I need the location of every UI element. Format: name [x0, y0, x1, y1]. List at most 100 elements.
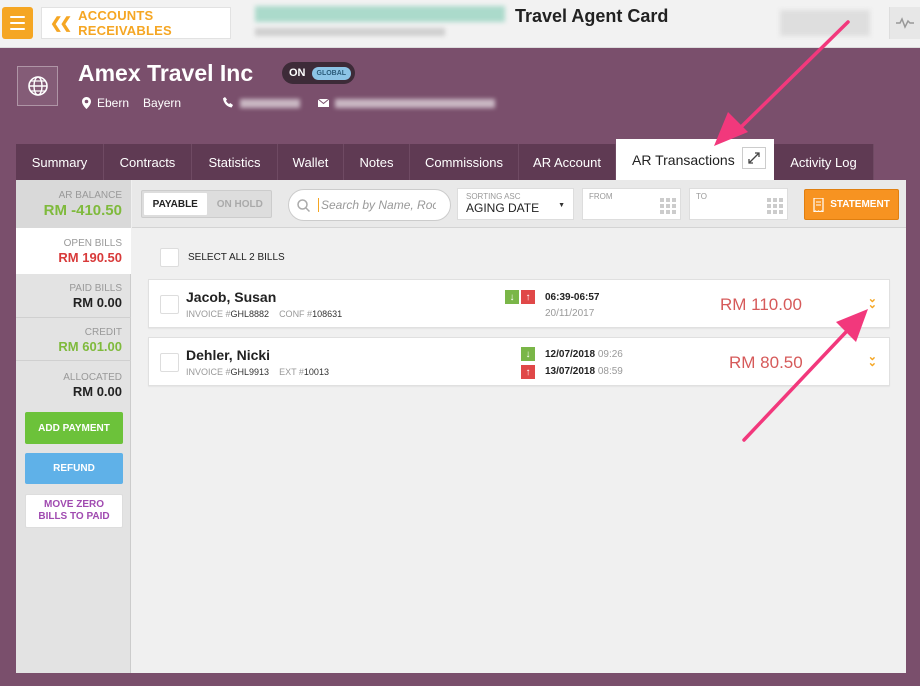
receipt-icon	[813, 197, 824, 212]
arrival-time: 09:26	[597, 349, 623, 360]
expand-chevron-icon[interactable]: ⌄ ⌄	[868, 294, 877, 311]
back-to-accounts-receivables-button[interactable]: ❮❮ ACCOUNTS RECEIVABLES	[41, 7, 231, 39]
conf-label: CONF #	[279, 309, 313, 319]
agent-region: Bayern	[143, 96, 182, 110]
paid-bills-value: RM 0.00	[72, 295, 122, 310]
bill-status-segmented-control: PAYABLE ON HOLD	[141, 190, 272, 218]
statement-label: STATEMENT	[830, 199, 890, 210]
arrival-arrow-icon: ↓	[521, 347, 535, 361]
globe-icon	[17, 66, 58, 106]
toggle-global-label: GLOBAL	[311, 66, 352, 80]
arrival-departure-icons: ↓ ↑	[505, 290, 535, 304]
select-all-row: SELECT ALL 2 BILLS	[160, 248, 285, 267]
open-bills-value: RM 190.50	[58, 250, 122, 265]
bill-reference: INVOICE #GHL9913 EXT #10013	[186, 367, 329, 377]
invoice-label: INVOICE #	[186, 309, 231, 319]
redacted-email	[335, 99, 495, 108]
back-button-label: ACCOUNTS RECEIVABLES	[78, 8, 172, 38]
tab-ar-transactions-label: AR Transactions	[632, 151, 735, 168]
bill-checkbox[interactable]	[160, 295, 179, 314]
sort-label: SORTING ASC	[466, 192, 521, 201]
credit-value: RM 601.00	[58, 339, 122, 354]
redacted-hotel-name	[255, 6, 505, 22]
ar-transactions-panel: AR BALANCE RM -410.50 OPEN BILLS RM 190.…	[16, 180, 906, 673]
caret-down-icon: ▼	[558, 202, 565, 209]
payable-option[interactable]: PAYABLE	[144, 193, 207, 215]
tab-contracts[interactable]: Contracts	[104, 144, 192, 180]
agent-name: Amex Travel Inc	[78, 60, 254, 86]
bill-checkbox[interactable]	[160, 353, 179, 372]
departure-date: 13/07/2018	[545, 366, 596, 377]
tab-summary[interactable]: Summary	[16, 144, 104, 180]
select-all-label: SELECT ALL 2 BILLS	[188, 252, 285, 263]
statement-button[interactable]: STATEMENT	[804, 189, 899, 220]
bill-row[interactable]: Jacob, Susan INVOICE #GHL8882 CONF #1086…	[148, 279, 890, 328]
double-chevron-left-icon: ❮❮	[50, 15, 72, 32]
top-bar: ❮❮ ACCOUNTS RECEIVABLES Travel Agent Car…	[0, 0, 920, 48]
to-date-picker[interactable]: TO	[689, 188, 788, 220]
search-input[interactable]	[318, 198, 436, 212]
global-on-toggle[interactable]: ON GLOBAL	[282, 62, 355, 84]
balance-sidebar: AR BALANCE RM -410.50 OPEN BILLS RM 190.…	[16, 180, 131, 673]
calendar-grid-icon	[660, 198, 676, 214]
allocated-filter[interactable]: ALLOCATED RM 0.00	[16, 361, 131, 405]
credit-label: CREDIT	[84, 327, 122, 338]
toggle-on-label: ON	[289, 67, 306, 79]
tab-ar-transactions[interactable]: AR Transactions	[616, 139, 774, 180]
activity-pulse-icon[interactable]	[889, 7, 920, 39]
guest-name: Jacob, Susan	[186, 289, 277, 305]
sort-dropdown[interactable]: SORTING ASC AGING DATE ▼	[457, 188, 574, 220]
ext-label: EXT #	[279, 367, 304, 377]
arrival-date: 12/07/2018	[545, 349, 596, 360]
paid-bills-filter[interactable]: PAID BILLS RM 0.00	[16, 274, 131, 318]
departure-datetime: 13/07/2018 08:59	[545, 366, 623, 377]
ext-number: 10013	[303, 367, 329, 377]
redacted-phone	[240, 99, 300, 108]
hamburger-menu-icon[interactable]	[2, 7, 33, 39]
tab-ar-account[interactable]: AR Account	[519, 144, 616, 180]
stay-time: 06:39-06:57	[545, 292, 600, 303]
tab-wallet[interactable]: Wallet	[278, 144, 344, 180]
agent-location: Ebern Bayern	[82, 96, 181, 110]
calendar-grid-icon	[767, 198, 783, 214]
tab-notes[interactable]: Notes	[344, 144, 410, 180]
stay-date: 20/11/2017	[545, 308, 595, 319]
move-zero-label-line2: BILLS TO PAID	[38, 511, 110, 522]
mail-icon	[318, 99, 329, 107]
tab-statistics[interactable]: Statistics	[192, 144, 278, 180]
open-bills-filter[interactable]: OPEN BILLS RM 190.50	[16, 228, 131, 274]
invoice-label: INVOICE #	[186, 367, 231, 377]
tab-commissions[interactable]: Commissions	[410, 144, 519, 180]
expand-chevron-icon[interactable]: ⌄ ⌄	[868, 352, 877, 369]
move-zero-label-line1: MOVE ZERO	[43, 499, 104, 510]
agent-city: Ebern	[97, 96, 130, 110]
add-payment-button[interactable]: ADD PAYMENT	[25, 412, 123, 444]
bill-row[interactable]: Dehler, Nicki INVOICE #GHL9913 EXT #1001…	[148, 337, 890, 386]
move-zero-bills-to-paid-button[interactable]: MOVE ZERO BILLS TO PAID	[25, 494, 123, 528]
tab-bar: Summary Contracts Statistics Wallet Note…	[16, 139, 874, 180]
departure-time: 08:59	[597, 366, 623, 377]
expand-icon[interactable]	[742, 147, 766, 169]
guest-name: Dehler, Nicki	[186, 347, 271, 363]
sort-value: AGING DATE	[466, 201, 540, 215]
search-icon	[297, 198, 310, 212]
refund-button[interactable]: REFUND	[25, 453, 123, 484]
location-pin-icon	[82, 97, 91, 109]
ar-balance: AR BALANCE RM -410.50	[16, 180, 131, 228]
bills-toolbar: PAYABLE ON HOLD SORTING ASC AGING DATE ▼…	[132, 180, 906, 228]
redacted-user-info	[780, 10, 870, 36]
on-hold-option[interactable]: ON HOLD	[209, 191, 272, 217]
from-date-picker[interactable]: FROM	[582, 188, 681, 220]
allocated-value: RM 0.00	[72, 384, 122, 399]
credit-filter[interactable]: CREDIT RM 601.00	[16, 318, 131, 361]
select-all-checkbox[interactable]	[160, 248, 179, 267]
arrival-arrow-icon: ↓	[505, 290, 519, 304]
invoice-number: GHL9913	[230, 367, 270, 377]
tab-activity-log[interactable]: Activity Log	[774, 144, 874, 180]
conf-number: 108631	[312, 309, 343, 319]
departure-arrow-icon: ↑	[521, 365, 535, 379]
arrival-datetime: 12/07/2018 09:26	[545, 349, 623, 360]
departure-arrow-icon: ↑	[521, 290, 535, 304]
invoice-number: GHL8882	[230, 309, 270, 319]
search-box	[288, 189, 451, 221]
